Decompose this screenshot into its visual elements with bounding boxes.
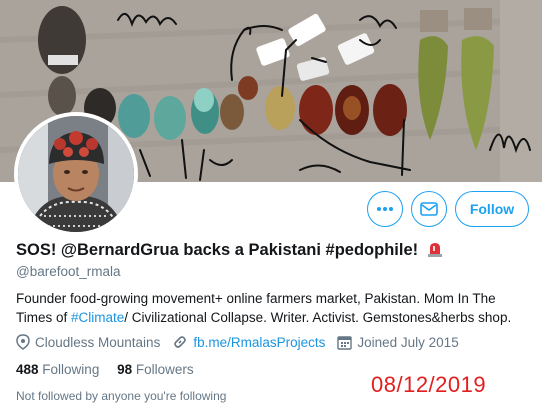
followers-label: Followers [135, 362, 194, 377]
bio-line-2: Times of #Climate/ Civilizational Collap… [16, 308, 526, 327]
join-date-text: Joined July 2015 [357, 334, 459, 350]
siren-emoji-icon [427, 243, 442, 257]
bio: Founder food-growing movement+ online fa… [16, 289, 526, 327]
social-context: Not followed by anyone you're following [16, 389, 227, 403]
location: Cloudless Mountains [16, 334, 160, 350]
handle[interactable]: @barefoot_rmala [16, 264, 121, 279]
display-name: SOS! @BernardGrua backs a Pakistani #ped… [16, 241, 443, 260]
following-label: Following [42, 362, 100, 377]
location-text: Cloudless Mountains [35, 334, 161, 350]
more-dots-icon [377, 207, 393, 211]
follow-counts: 488 Following 98 Followers [16, 362, 208, 377]
calendar-icon [337, 335, 353, 350]
message-button[interactable] [411, 191, 447, 227]
envelope-icon [420, 202, 438, 216]
join-date: Joined July 2015 [337, 334, 459, 350]
avatar[interactable] [14, 112, 138, 236]
bio-text: / Civilizational Collapse. Writer. Activ… [124, 310, 512, 325]
link-icon [174, 336, 187, 348]
hashtag-link[interactable]: #Climate [71, 310, 124, 325]
following-count: 488 [16, 362, 39, 377]
follow-button[interactable]: Follow [455, 191, 529, 227]
following-link[interactable]: 488 Following [16, 362, 99, 377]
more-options-button[interactable] [367, 191, 403, 227]
display-name-text: SOS! @BernardGrua backs a Pakistani #ped… [16, 241, 419, 259]
bio-text: Times of [16, 310, 72, 325]
followers-count: 98 [117, 362, 133, 377]
bio-line-1: Founder food-growing movement+ online fa… [16, 291, 496, 306]
profile-meta: Cloudless Mountains fb.me/RmalasProjects… [16, 334, 471, 350]
website-link[interactable]: fb.me/RmalasProjects [193, 335, 325, 350]
location-pin-icon [16, 334, 30, 350]
followers-link[interactable]: 98 Followers [117, 362, 194, 377]
avatar-image [18, 116, 134, 232]
date-stamp: 08/12/2019 [371, 372, 487, 397]
website[interactable]: fb.me/RmalasProjects [172, 334, 325, 350]
